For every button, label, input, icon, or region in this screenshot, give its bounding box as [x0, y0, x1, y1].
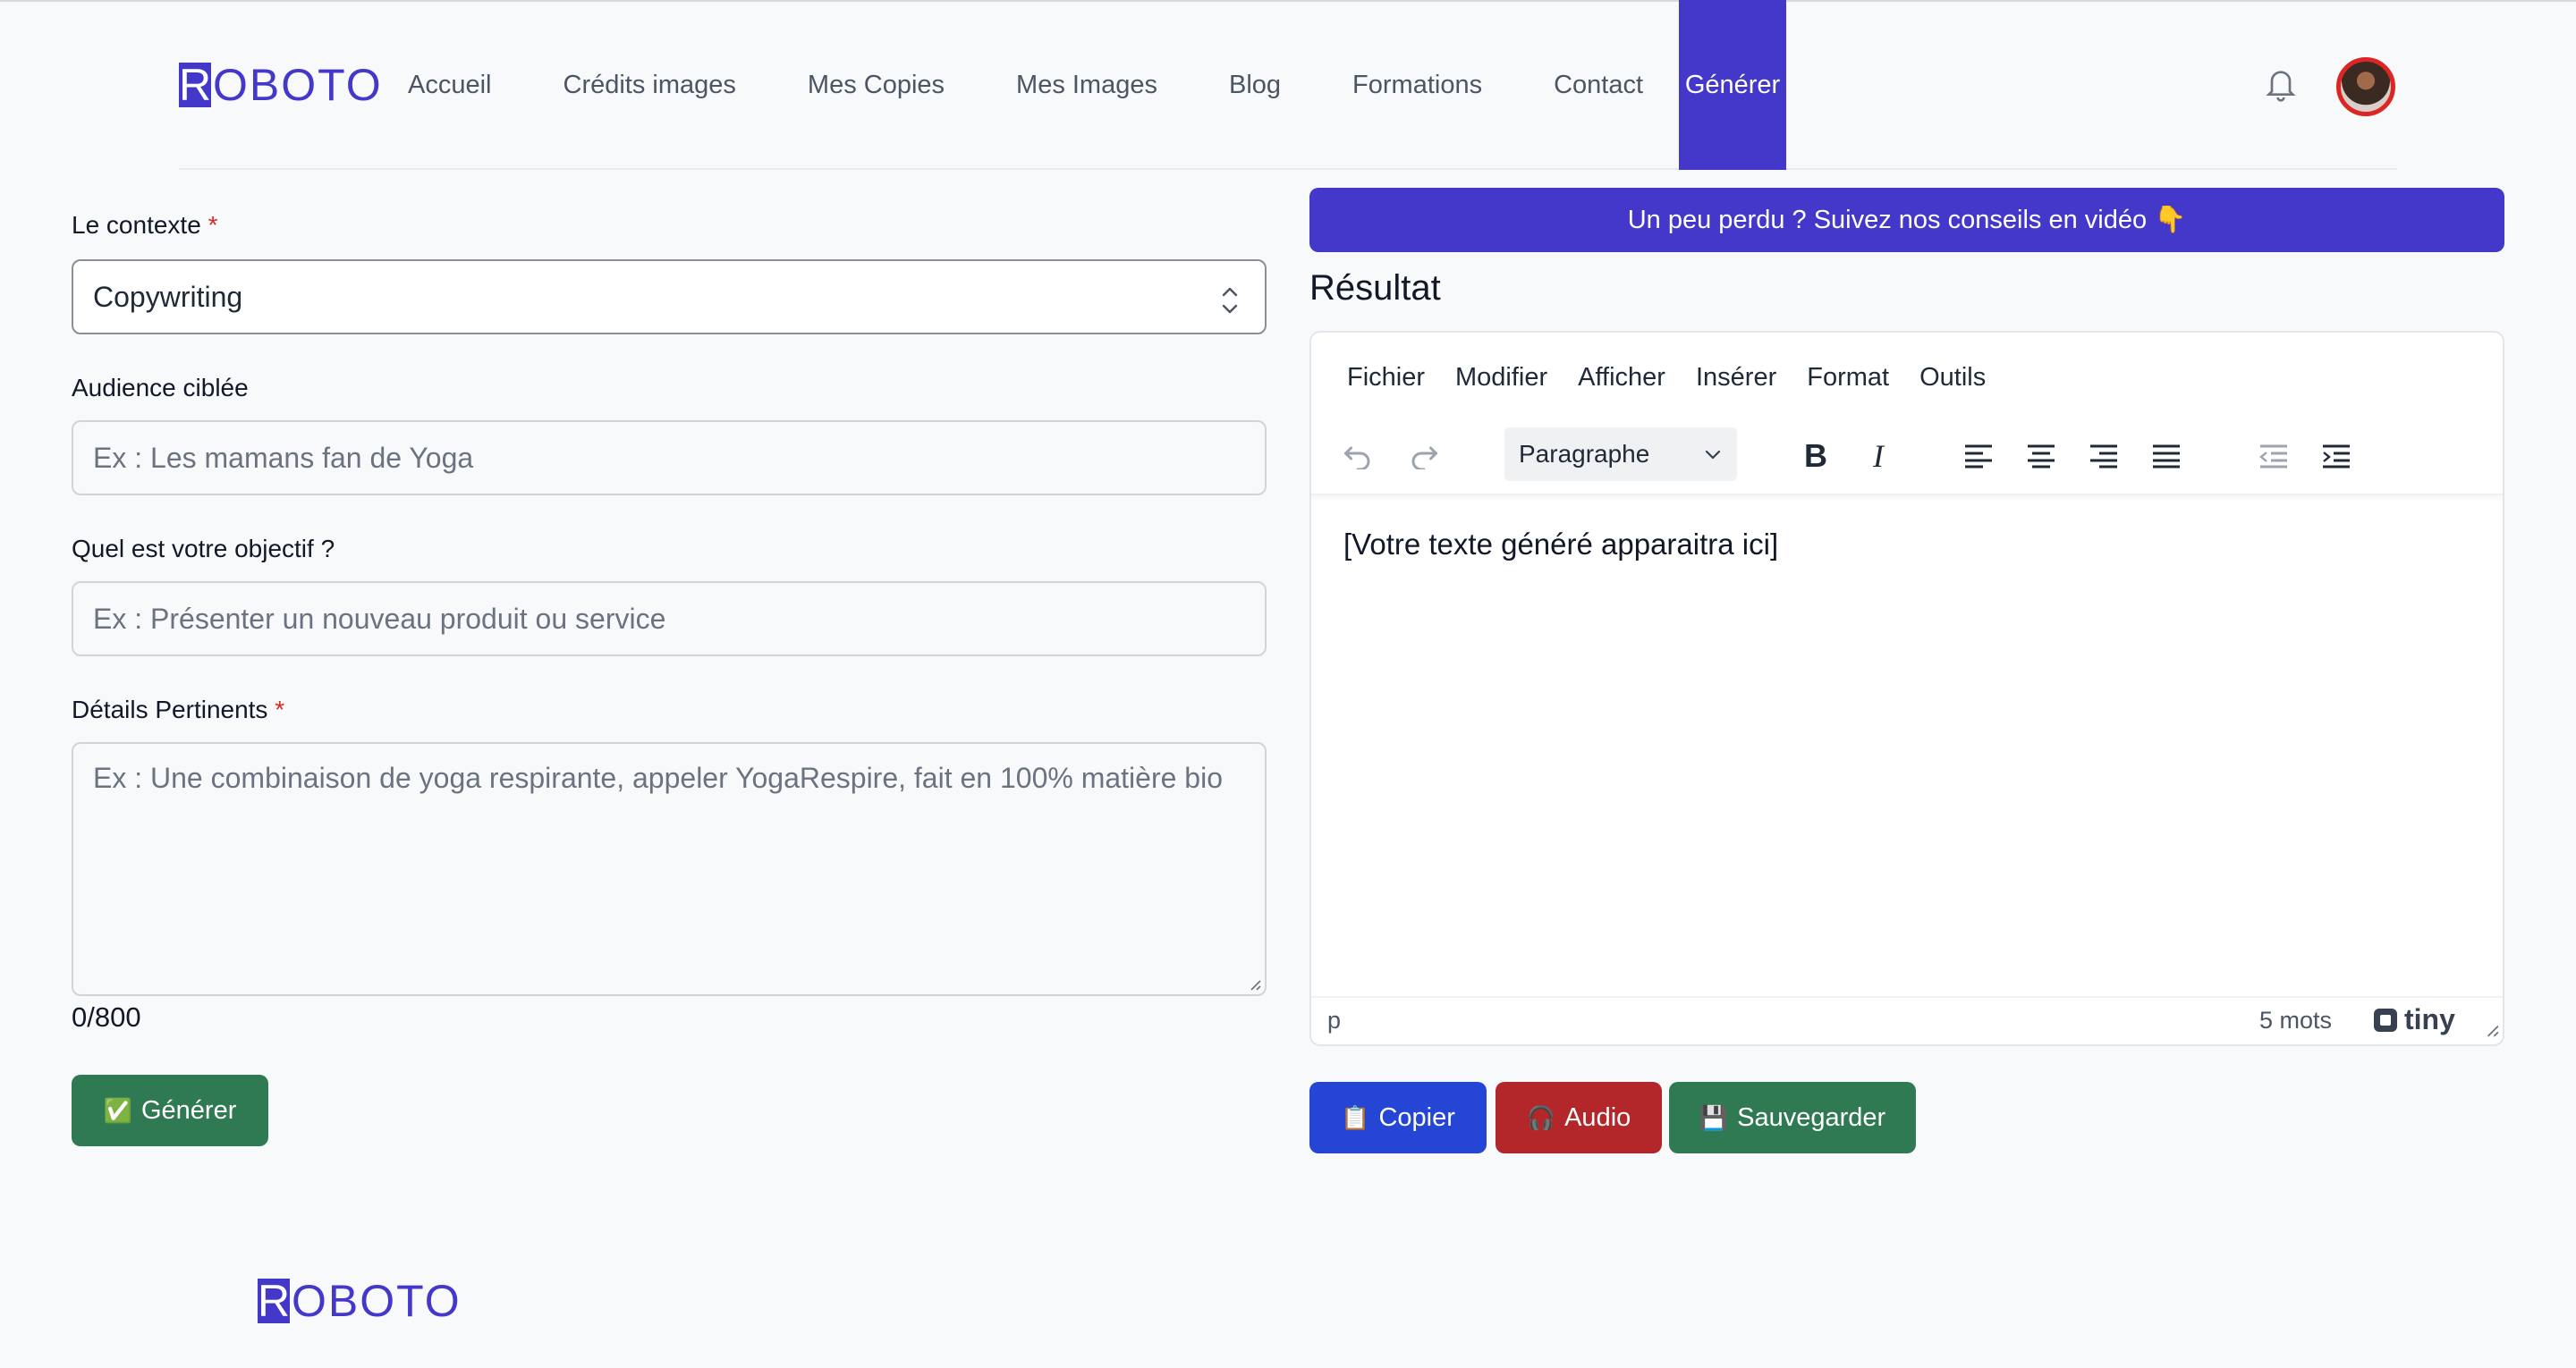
audience-input[interactable]: Ex : Les mamans fan de Yoga	[72, 420, 1267, 495]
nav-generer[interactable]: Générer	[1679, 0, 1787, 170]
editor-toolbar: Paragraphe B I	[1311, 413, 2503, 495]
nav-credits-images[interactable]: Crédits images	[528, 0, 772, 170]
details-placeholder: Ex : Une combinaison de yoga respirante,…	[93, 762, 1223, 794]
nav-mes-images[interactable]: Mes Images	[980, 0, 1193, 170]
footer-logo[interactable]: R OBOTO	[258, 1273, 462, 1329]
nav-blog[interactable]: Blog	[1193, 0, 1317, 170]
nav-mes-copies[interactable]: Mes Copies	[772, 0, 980, 170]
menu-modifier[interactable]: Modifier	[1455, 363, 1547, 393]
context-select[interactable]: Copywriting	[72, 259, 1267, 334]
video-help-text: Un peu perdu ? Suivez nos conseils en vi…	[1627, 206, 2187, 234]
block-format-select[interactable]: Paragraphe	[1504, 427, 1737, 481]
objective-label: Quel est votre objectif ?	[72, 535, 335, 562]
details-textarea[interactable]: Ex : Une combinaison de yoga respirante,…	[72, 742, 1267, 996]
editor-menubar: Fichier Modifier Afficher Insérer Format…	[1347, 363, 2016, 393]
updown-chevron-icon	[1222, 287, 1238, 314]
avatar[interactable]	[2336, 57, 2395, 116]
bold-icon[interactable]: B	[1798, 437, 1834, 474]
undo-icon[interactable]	[1340, 438, 1376, 474]
generate-button-label: Générer	[140, 1095, 237, 1125]
audience-placeholder: Ex : Les mamans fan de Yoga	[93, 441, 474, 474]
align-justify-icon[interactable]	[2148, 438, 2184, 474]
tiny-icon	[2374, 1008, 2397, 1032]
headphones-icon: 🎧	[1526, 1103, 1556, 1131]
audio-button[interactable]: 🎧 Audio	[1496, 1082, 1662, 1153]
block-format-value: Paragraphe	[1519, 440, 1650, 468]
navbar: R OBOTO Accueil Crédits images Mes Copies…	[179, 0, 2397, 170]
required-mark: *	[208, 211, 218, 239]
logo-text: OBOTO	[292, 1276, 462, 1326]
outdent-icon[interactable]	[2256, 438, 2292, 474]
floppy-disk-icon: 💾	[1699, 1103, 1729, 1131]
check-icon: ✅	[103, 1096, 132, 1124]
main-nav: Accueil Crédits images Mes Copies Mes Im…	[408, 0, 1787, 170]
tiny-logo[interactable]: tiny	[2372, 1003, 2455, 1036]
copy-button[interactable]: 📋 Copier	[1309, 1082, 1487, 1153]
details-label: Détails Pertinents *	[72, 696, 285, 723]
copy-button-label: Copier	[1378, 1102, 1455, 1132]
chevron-down-icon	[1705, 450, 1721, 460]
logo-initial: R	[258, 1276, 292, 1326]
menu-afficher[interactable]: Afficher	[1578, 363, 1665, 393]
objective-input[interactable]: Ex : Présenter un nouveau produit ou ser…	[72, 581, 1267, 656]
save-button-label: Sauvegarder	[1737, 1102, 1886, 1132]
menu-inserer[interactable]: Insérer	[1696, 363, 1776, 393]
rich-text-editor: Fichier Modifier Afficher Insérer Format…	[1309, 331, 2504, 1046]
logo-text: OBOTO	[213, 60, 383, 110]
save-button[interactable]: 💾 Sauvegarder	[1669, 1082, 1916, 1153]
context-label: Le contexte *	[72, 211, 218, 239]
resize-handle-icon[interactable]	[1247, 976, 1261, 991]
bell-icon[interactable]	[2263, 64, 2299, 104]
align-center-icon[interactable]	[2023, 438, 2059, 474]
audience-label: Audience ciblée	[72, 374, 249, 401]
align-left-icon[interactable]	[1961, 438, 1996, 474]
nav-formations[interactable]: Formations	[1317, 0, 1518, 170]
nav-contact[interactable]: Contact	[1518, 0, 1679, 170]
align-right-icon[interactable]	[2086, 438, 2122, 474]
resize-handle-icon[interactable]	[2483, 1021, 2499, 1037]
menu-outils[interactable]: Outils	[1919, 363, 1986, 393]
char-counter: 0/800	[72, 1001, 141, 1033]
objective-placeholder: Ex : Présenter un nouveau produit ou ser…	[93, 602, 666, 635]
required-mark: *	[275, 696, 285, 723]
logo[interactable]: R OBOTO	[179, 57, 383, 113]
menu-fichier[interactable]: Fichier	[1347, 363, 1425, 393]
context-select-value: Copywriting	[93, 280, 243, 313]
redo-icon[interactable]	[1406, 438, 1442, 474]
word-count[interactable]: 5 mots	[2259, 1007, 2332, 1034]
result-title: Résultat	[1309, 268, 1441, 308]
clipboard-icon: 📋	[1341, 1103, 1370, 1131]
logo-initial: R	[179, 60, 214, 110]
editor-content[interactable]: [Votre texte généré apparaitra ici]	[1343, 528, 1778, 562]
menu-format[interactable]: Format	[1807, 363, 1889, 393]
video-help-banner[interactable]: Un peu perdu ? Suivez nos conseils en vi…	[1309, 188, 2504, 252]
italic-icon[interactable]: I	[1860, 438, 1896, 474]
indent-icon[interactable]	[2318, 438, 2354, 474]
generate-button[interactable]: ✅ Générer	[72, 1075, 268, 1146]
audio-button-label: Audio	[1564, 1102, 1631, 1132]
element-path[interactable]: p	[1327, 1007, 1341, 1034]
tiny-brand-text: tiny	[2404, 1003, 2455, 1035]
nav-accueil[interactable]: Accueil	[408, 0, 528, 170]
editor-statusbar: p 5 mots tiny	[1311, 996, 2503, 1044]
